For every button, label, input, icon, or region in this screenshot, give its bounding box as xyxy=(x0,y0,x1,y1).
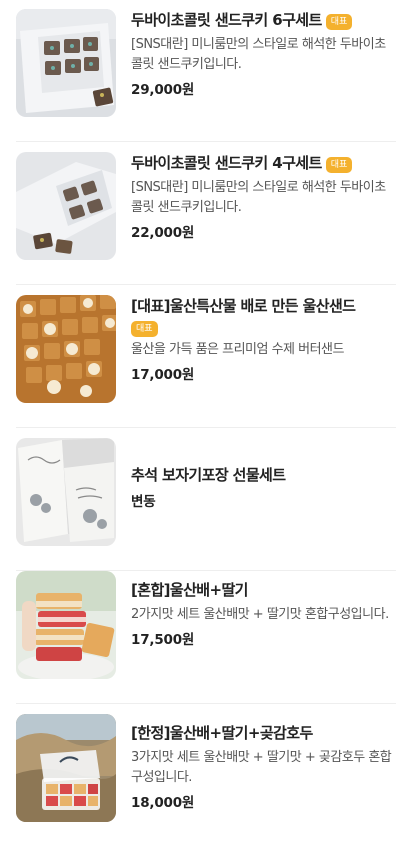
product-price: 17,500원 xyxy=(131,632,195,648)
product-description: 3가지맛 세트 울산배맛 + 딸기맛 + 곶감호두 혼합구성입니다. xyxy=(131,750,392,785)
product-price: 변동 xyxy=(131,494,156,510)
product-image[interactable] xyxy=(16,152,116,260)
product-description: [SNS대란] 미니룸만의 스타일로 해석한 두바이초콜릿 샌드쿠키입니다. xyxy=(131,37,386,72)
product-card[interactable]: 두바이초콜릿 샌드쿠키 6구세트 대표 [SNS대란] 미니룸만의 스타일로 해석… xyxy=(16,9,396,142)
product-card[interactable]: [한정]울산배+딸기+곶감호두 3가지맛 세트 울산배맛 + 딸기맛 + 곶감호… xyxy=(16,714,396,847)
product-title[interactable]: [혼합]울산배+딸기 xyxy=(131,579,396,601)
product-price: 18,000원 xyxy=(131,795,195,811)
product-title[interactable]: 두바이초콜릿 샌드쿠키 4구세트 대표 xyxy=(131,152,396,174)
representative-badge: 대표 xyxy=(325,14,353,30)
product-title[interactable]: [대표]울산특산물 배로 만든 울산샌드 xyxy=(131,295,396,317)
product-title[interactable]: [한정]울산배+딸기+곶감호두 xyxy=(131,722,396,744)
product-price: 29,000원 xyxy=(131,82,195,98)
product-card[interactable]: 두바이초콜릿 샌드쿠키 4구세트 대표 [SNS대란] 미니룸만의 스타일로 해석… xyxy=(16,152,396,285)
product-image[interactable] xyxy=(16,9,116,117)
product-card[interactable]: [혼합]울산배+딸기 2가지맛 세트 울산배맛 + 딸기맛 혼합구성입니다. 1… xyxy=(16,571,396,704)
representative-badge: 대표 xyxy=(131,321,158,337)
product-description: 울산을 가득 품은 프리미엄 수제 버터샌드 xyxy=(131,342,344,357)
product-description: 2가지맛 세트 울산배맛 + 딸기맛 혼합구성입니다. xyxy=(131,607,389,622)
product-title[interactable]: 추석 보자기포장 선물세트 xyxy=(131,464,396,486)
product-image[interactable] xyxy=(16,571,116,679)
product-description: [SNS대란] 미니룸만의 스타일로 해석한 두바이초콜릿 샌드쿠키입니다. xyxy=(131,180,386,215)
product-title[interactable]: 두바이초콜릿 샌드쿠키 6구세트 대표 xyxy=(131,9,396,31)
product-price: 17,000원 xyxy=(131,367,195,383)
representative-badge: 대표 xyxy=(325,157,353,173)
product-image[interactable] xyxy=(16,295,116,403)
product-image[interactable] xyxy=(16,714,116,822)
product-card[interactable]: 추석 보자기포장 선물세트 변동 xyxy=(16,438,396,571)
product-card[interactable]: [대표]울산특산물 배로 만든 울산샌드 대표 울산을 가득 품은 프리미엄 수… xyxy=(16,295,396,428)
product-image[interactable] xyxy=(16,438,116,546)
product-price: 22,000원 xyxy=(131,225,195,241)
